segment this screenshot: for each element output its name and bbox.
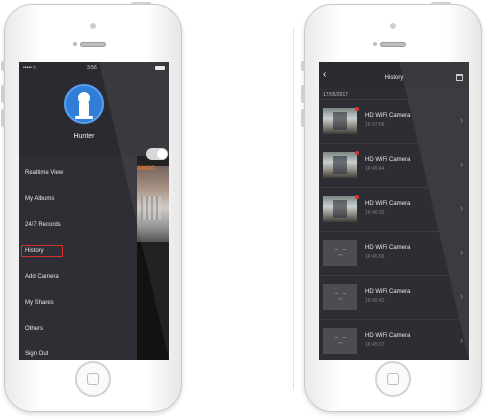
volume-up-button xyxy=(1,85,5,103)
earpiece-speaker xyxy=(80,42,106,47)
menu-item-my-albums[interactable]: My Albums xyxy=(19,187,137,212)
power-button xyxy=(131,2,151,5)
username: Hunter xyxy=(73,133,95,140)
chevron-right-icon: › xyxy=(460,203,463,213)
snapshot-thumbnail xyxy=(323,196,357,222)
snapshot-placeholder xyxy=(323,240,357,266)
volume-down-button xyxy=(1,109,5,127)
volume-down-button xyxy=(301,109,305,127)
snapshot-thumbnail xyxy=(323,152,357,178)
mute-switch xyxy=(301,61,305,71)
sensor-dot xyxy=(73,42,77,46)
chevron-right-icon: › xyxy=(460,335,463,345)
status-bar: ••••• ≈ 3:56 xyxy=(23,65,165,73)
front-camera xyxy=(90,23,96,29)
battery-icon xyxy=(155,66,165,70)
history-screen: ‹ History 17/05/2017 HD WiFi Camera 16:4… xyxy=(319,62,469,360)
chevron-right-icon: › xyxy=(460,159,463,169)
history-row[interactable]: HD WiFi Camera 16:47:06 › xyxy=(319,99,469,142)
menu-screen: ANGO ••••• ≈ 3:56 Hunter Realtime View M… xyxy=(19,62,169,360)
snapshot-thumbnail xyxy=(323,108,357,134)
menu-item-sign-out[interactable]: Sign Out xyxy=(19,342,137,360)
toggle-switch[interactable] xyxy=(146,148,168,160)
status-time: 3:56 xyxy=(87,65,97,71)
home-button[interactable] xyxy=(75,361,111,397)
history-row[interactable]: HD WiFi Camera 16:46:20 › xyxy=(319,187,469,230)
avatar[interactable] xyxy=(64,84,104,124)
menu-item-realtime-view[interactable]: Realtime View xyxy=(19,161,137,186)
chevron-right-icon: › xyxy=(460,115,463,125)
sad-face-icon xyxy=(335,293,346,301)
menu-item-my-shares[interactable]: My Shares xyxy=(19,291,137,316)
divider xyxy=(293,28,294,390)
front-camera xyxy=(390,23,396,29)
history-row[interactable]: HD WiFi Camera 16:45:27 › xyxy=(319,319,469,360)
power-button xyxy=(431,2,451,5)
history-row[interactable]: HD WiFi Camera 16:46:44 › xyxy=(319,143,469,186)
menu-item-others[interactable]: Others xyxy=(19,317,137,342)
sad-face-icon xyxy=(335,249,346,257)
history-row[interactable]: HD WiFi Camera 16:45:42 › xyxy=(319,275,469,318)
home-button[interactable] xyxy=(375,361,411,397)
record-dot-icon xyxy=(355,151,359,155)
record-dot-icon xyxy=(355,195,359,199)
mute-switch xyxy=(1,61,5,71)
menu-item-add-camera[interactable]: Add Camera xyxy=(19,265,137,290)
phone-left: ANGO ••••• ≈ 3:56 Hunter Realtime View M… xyxy=(1,2,182,412)
history-row[interactable]: HD WiFi Camera 16:46:06 › xyxy=(319,231,469,274)
phone-right: ‹ History 17/05/2017 HD WiFi Camera 16:4… xyxy=(301,2,482,412)
volume-up-button xyxy=(301,85,305,103)
snapshot-placeholder xyxy=(323,284,357,310)
date-header: 17/05/2017 xyxy=(323,92,349,98)
snapshot-placeholder xyxy=(323,328,357,354)
record-dot-icon xyxy=(355,107,359,111)
calendar-icon[interactable] xyxy=(456,74,463,81)
earpiece-speaker xyxy=(380,42,406,47)
signal-icon: ••••• ≈ xyxy=(23,65,36,71)
chevron-right-icon: › xyxy=(460,247,463,257)
menu-item-24-7-records[interactable]: 24/7 Records xyxy=(19,213,137,238)
chevron-right-icon: › xyxy=(460,291,463,301)
page-title: History xyxy=(384,75,404,81)
sad-face-icon xyxy=(335,337,346,345)
menu-item-history[interactable]: History xyxy=(19,239,137,264)
sensor-dot xyxy=(373,42,377,46)
